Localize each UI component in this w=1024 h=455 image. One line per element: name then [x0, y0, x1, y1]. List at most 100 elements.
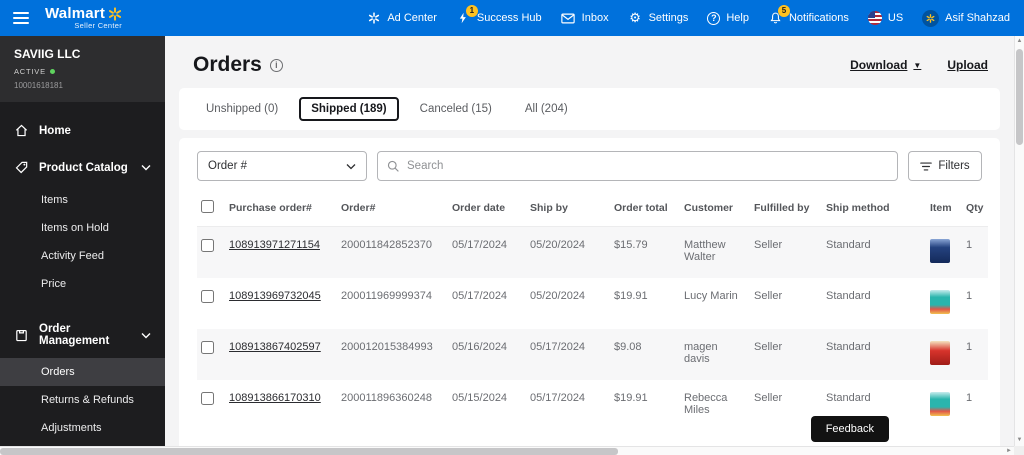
search-icon	[387, 160, 399, 172]
nav-country-selector[interactable]: US	[867, 11, 903, 25]
nav-help[interactable]: ? Help	[707, 11, 749, 25]
col-header-item: Item	[926, 194, 962, 227]
vertical-scroll-thumb[interactable]	[1016, 49, 1023, 145]
sidebar-item-activity-feed[interactable]: Activity Feed	[0, 242, 165, 270]
ad-center-spark-icon	[366, 11, 381, 26]
filters-button[interactable]: Filters	[908, 151, 982, 181]
nav-label: Help	[726, 12, 749, 24]
dropdown-selected-value: Order #	[208, 160, 247, 172]
nav-ad-center[interactable]: Ad Center	[366, 11, 437, 26]
question-mark-icon: ?	[707, 11, 721, 25]
tab-canceled[interactable]: Canceled (15)	[408, 97, 504, 121]
gear-icon: ⚙	[629, 10, 641, 25]
nav-label: Asif Shahzad	[945, 12, 1010, 24]
col-header-fulfilled-by: Fulfilled by	[750, 194, 822, 227]
purchase-order-link[interactable]: 108913969732045	[229, 290, 321, 302]
upload-button[interactable]: Upload	[947, 58, 988, 72]
nav-settings[interactable]: ⚙ Settings	[628, 10, 688, 26]
feedback-button[interactable]: Feedback	[810, 416, 889, 442]
download-button[interactable]: Download ▼	[850, 58, 921, 72]
page-header: Orders i Download ▼ Upload	[165, 36, 1014, 88]
product-thumbnail[interactable]	[930, 239, 950, 263]
nav-user-account[interactable]: Asif Shahzad	[922, 9, 1010, 27]
walmart-spark-icon	[108, 7, 122, 21]
company-info-block[interactable]: SAVIIG LLC ACTIVE 10001618181	[0, 36, 165, 102]
col-header-ship-method: Ship method	[822, 194, 926, 227]
ship-by-cell: 05/20/2024	[530, 239, 586, 251]
sidebar-item-items-on-hold[interactable]: Items on Hold	[0, 214, 165, 242]
tab-shipped[interactable]: Shipped (189)	[299, 97, 399, 121]
row-checkbox[interactable]	[201, 341, 214, 354]
sidebar-item-price[interactable]: Price	[0, 270, 165, 298]
product-thumbnail[interactable]	[930, 341, 950, 365]
nav-notifications[interactable]: 5 Notifications	[768, 4, 849, 26]
ship-method-cell: Standard	[826, 341, 871, 353]
vertical-scrollbar[interactable]: ▲ ▼	[1014, 36, 1024, 446]
ship-by-cell: 05/17/2024	[530, 392, 586, 404]
sidebar-item-items[interactable]: Items	[0, 186, 165, 214]
nav-inbox[interactable]: Inbox	[561, 11, 609, 26]
tag-icon	[14, 160, 29, 175]
col-header-order: Order#	[337, 194, 448, 227]
sidebar-item-order-management[interactable]: Order Management	[0, 312, 165, 358]
purchase-order-link[interactable]: 108913867402597	[229, 341, 321, 353]
table-row: 108913971271154 200011842852370 05/17/20…	[197, 226, 988, 278]
search-input[interactable]	[407, 160, 888, 172]
sidebar-item-home[interactable]: Home	[0, 112, 165, 149]
top-navigation-bar: Walmart Seller Center Ad Center 1 Succes…	[0, 0, 1024, 36]
user-avatar	[922, 9, 940, 27]
select-all-checkbox[interactable]	[201, 200, 214, 213]
horizontal-scroll-thumb[interactable]	[0, 448, 618, 455]
sidebar-item-returns-refunds[interactable]: Returns & Refunds	[0, 386, 165, 414]
row-checkbox[interactable]	[201, 239, 214, 252]
orders-table-card: Order # Filters Purchase order# Order#	[179, 138, 1000, 446]
brand-name: Walmart	[45, 5, 106, 23]
purchase-order-link[interactable]: 108913866170310	[229, 392, 321, 404]
filter-row: Order # Filters	[197, 151, 982, 181]
product-thumbnail[interactable]	[930, 392, 950, 416]
hamburger-menu-icon[interactable]	[13, 12, 29, 24]
caret-down-icon: ▼	[913, 60, 922, 70]
order-number-cell: 200012015384993	[341, 341, 433, 353]
order-number-cell: 200011896360248	[341, 392, 432, 404]
envelope-icon	[561, 11, 576, 26]
search-type-dropdown[interactable]: Order #	[197, 151, 367, 181]
order-date-cell: 05/15/2024	[452, 392, 508, 404]
nav-success-hub[interactable]: 1 Success Hub	[456, 4, 542, 26]
brand-subtitle: Seller Center	[74, 21, 123, 31]
customer-cell: magen davis	[684, 341, 718, 365]
col-header-order-date: Order date	[448, 194, 526, 227]
purchase-order-link[interactable]: 108913971271154	[229, 239, 320, 251]
ship-method-cell: Standard	[826, 290, 871, 302]
company-name: SAVIIG LLC	[14, 47, 81, 61]
scroll-right-arrow-icon[interactable]: ►	[1006, 447, 1012, 455]
sidebar-item-orders[interactable]: Orders	[0, 358, 165, 386]
table-row: 108913867402597 200012015384993 05/16/20…	[197, 329, 988, 380]
qty-cell: 1	[966, 392, 973, 404]
customer-cell: Lucy Marin	[684, 290, 738, 302]
top-nav-items: Ad Center 1 Success Hub Inbox ⚙ Settings…	[366, 4, 1010, 27]
ship-by-cell: 05/20/2024	[530, 290, 586, 302]
scroll-down-arrow-icon[interactable]: ▼	[1015, 435, 1024, 446]
row-checkbox[interactable]	[201, 290, 214, 303]
walmart-logo[interactable]: Walmart Seller Center	[45, 6, 122, 30]
scroll-up-arrow-icon[interactable]: ▲	[1015, 36, 1024, 47]
info-icon[interactable]: i	[269, 58, 283, 72]
left-sidebar: SAVIIG LLC ACTIVE 10001618181 Home Produ…	[0, 36, 165, 446]
col-header-ship-by: Ship by	[526, 194, 610, 227]
tab-unshipped[interactable]: Unshipped (0)	[194, 97, 290, 121]
fulfilled-by-cell: Seller	[754, 290, 783, 302]
product-thumbnail[interactable]	[930, 290, 950, 314]
col-header-purchase-order: Purchase order#	[225, 194, 337, 227]
col-header-qty: Qty	[962, 194, 988, 227]
sidebar-navigation: Home Product Catalog Items Items on Hold…	[0, 102, 165, 442]
sidebar-item-adjustments[interactable]: Adjustments	[0, 414, 165, 442]
tab-all[interactable]: All (204)	[513, 97, 580, 121]
horizontal-scrollbar[interactable]: ►	[0, 446, 1014, 455]
row-checkbox[interactable]	[201, 392, 214, 405]
scrollbar-corner	[1014, 446, 1024, 455]
order-number-cell: 200011842852370	[341, 239, 432, 251]
sidebar-item-product-catalog[interactable]: Product Catalog	[0, 149, 165, 186]
home-icon	[14, 123, 29, 138]
order-date-cell: 05/17/2024	[452, 239, 508, 251]
